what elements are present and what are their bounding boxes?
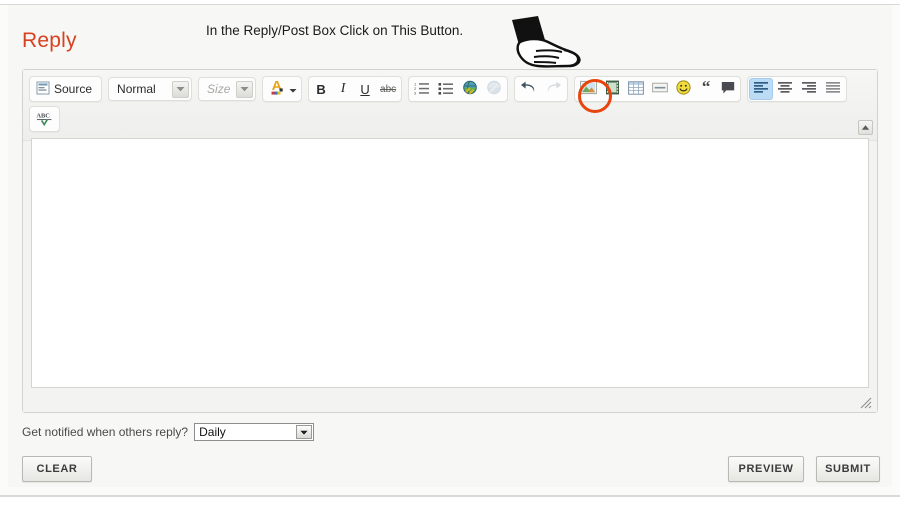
notify-frequency-value: Daily xyxy=(199,425,226,439)
unlink-button[interactable] xyxy=(482,78,506,100)
undo-button[interactable] xyxy=(516,78,541,100)
source-code-icon xyxy=(36,81,50,98)
redo-button[interactable] xyxy=(541,78,566,100)
group-inserts: “ xyxy=(574,76,741,102)
editor-content-area[interactable] xyxy=(31,138,869,388)
notify-frequency-select[interactable]: Daily xyxy=(194,423,314,441)
align-left-icon xyxy=(753,81,769,97)
special-character-button[interactable] xyxy=(717,78,739,100)
scroll-up-arrow-icon[interactable] xyxy=(858,120,873,135)
source-button-label: Source xyxy=(54,82,92,96)
undo-arrow-icon xyxy=(520,81,537,98)
chevron-down-icon xyxy=(172,81,189,98)
smiley-button[interactable] xyxy=(672,78,695,100)
redo-arrow-icon xyxy=(545,81,562,98)
rich-text-editor: Source Normal Size xyxy=(22,69,878,413)
toolbar-row-1: Source Normal Size xyxy=(29,76,871,102)
bulleted-list-button[interactable] xyxy=(434,78,458,100)
svg-text:ABC: ABC xyxy=(36,112,50,119)
group-source: Source xyxy=(29,76,102,102)
toolbar-row-2: ABC xyxy=(29,106,871,132)
align-right-button[interactable] xyxy=(797,78,821,100)
chevron-down-icon xyxy=(236,81,253,98)
align-center-button[interactable] xyxy=(773,78,797,100)
preview-button[interactable]: PREVIEW xyxy=(728,456,804,482)
strikethrough-icon: abc xyxy=(380,84,396,95)
horizontal-rule-button[interactable] xyxy=(648,78,672,100)
flash-button[interactable] xyxy=(601,78,624,100)
group-spellcheck: ABC xyxy=(29,106,60,132)
text-color-button[interactable] xyxy=(264,78,300,100)
blockquote-icon: “ xyxy=(702,82,711,92)
paragraph-format-combo[interactable]: Normal xyxy=(108,77,192,101)
horizontal-rule-icon xyxy=(652,81,668,97)
bold-button[interactable]: B xyxy=(310,78,332,100)
numbered-list-button[interactable]: 1 2 3 xyxy=(410,78,434,100)
unlink-globe-icon xyxy=(486,80,502,98)
clear-button[interactable]: CLEAR xyxy=(22,456,92,482)
align-right-icon xyxy=(801,81,817,97)
spellcheck-abc-icon: ABC xyxy=(35,110,54,129)
filmstrip-icon xyxy=(605,80,620,98)
numbered-list-icon: 1 2 3 xyxy=(414,81,430,98)
insert-link-button[interactable] xyxy=(458,78,482,100)
reply-page: Reply In the Reply/Post Box Click on Thi… xyxy=(0,0,900,505)
font-size-label: Size xyxy=(207,82,230,96)
submit-button[interactable]: SUBMIT xyxy=(816,456,880,482)
editor-footer xyxy=(23,390,877,412)
link-globe-icon xyxy=(462,80,478,98)
paragraph-format-label: Normal xyxy=(117,82,156,96)
notify-label: Get notified when others reply? xyxy=(22,425,188,439)
italic-icon: I xyxy=(341,81,346,97)
notify-row: Get notified when others reply? Daily xyxy=(22,423,314,441)
table-button[interactable] xyxy=(624,78,648,100)
group-lists-links: 1 2 3 xyxy=(408,76,508,102)
bold-icon: B xyxy=(316,82,325,97)
underline-button[interactable]: U xyxy=(354,78,376,100)
align-center-icon xyxy=(777,81,793,97)
underline-icon: U xyxy=(360,82,369,97)
svg-text:3: 3 xyxy=(414,90,417,94)
spellcheck-button[interactable]: ABC xyxy=(31,108,58,130)
strikethrough-button[interactable]: abc xyxy=(376,78,400,100)
speech-bubble-icon xyxy=(721,81,735,98)
italic-button[interactable]: I xyxy=(332,78,354,100)
blockquote-button[interactable]: “ xyxy=(695,78,717,100)
align-justify-icon xyxy=(825,81,841,97)
align-justify-button[interactable] xyxy=(821,78,845,100)
group-alignment xyxy=(747,76,847,102)
group-textcolor xyxy=(262,76,302,102)
group-text-style: B I U abc xyxy=(308,76,402,102)
font-size-combo[interactable]: Size xyxy=(198,77,256,101)
text-color-icon xyxy=(269,79,287,99)
table-icon xyxy=(628,81,644,98)
dropdown-arrow-icon xyxy=(296,425,312,439)
editor-content-text xyxy=(32,139,868,149)
source-button[interactable]: Source xyxy=(31,78,100,100)
chevron-down-icon xyxy=(289,82,297,96)
page-title: Reply xyxy=(22,29,77,53)
editor-toolbar: Source Normal Size xyxy=(23,70,877,141)
resize-grip-icon[interactable] xyxy=(859,396,872,409)
image-button[interactable] xyxy=(576,78,601,100)
smiley-icon xyxy=(676,80,691,98)
bulleted-list-icon xyxy=(438,81,454,98)
instruction-text: In the Reply/Post Box Click on This Butt… xyxy=(206,23,463,38)
align-left-button[interactable] xyxy=(749,78,773,100)
group-history xyxy=(514,76,568,102)
image-icon xyxy=(580,80,597,98)
